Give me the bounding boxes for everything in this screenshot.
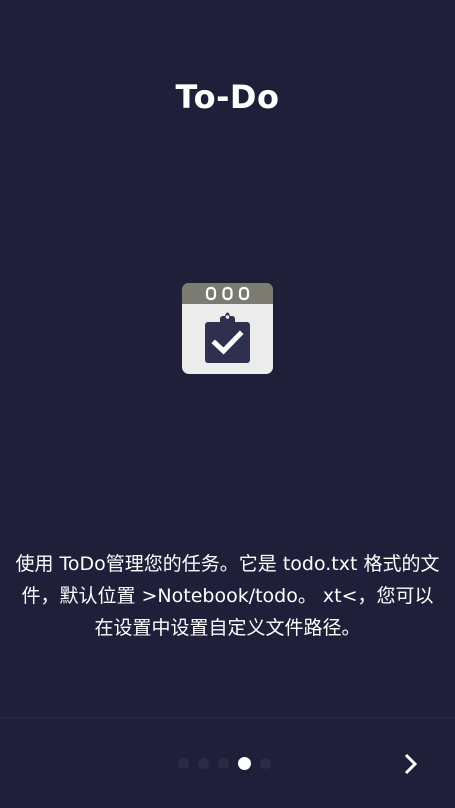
calendar-clipboard-check-icon xyxy=(182,283,273,374)
page-dot-3[interactable] xyxy=(218,757,229,769)
onboarding-description: 使用 ToDo管理您的任务。它是 todo.txt 格式的文件，默认位置 >No… xyxy=(15,553,440,639)
page-dot-2[interactable] xyxy=(198,757,209,769)
page-dot-1[interactable] xyxy=(178,757,189,769)
onboarding-screen: To-Do 使用 ToDo管理您的任务。它是 todo.txt 格式的文件，默认… xyxy=(0,0,455,808)
next-button[interactable] xyxy=(386,740,434,788)
page-indicator xyxy=(178,756,280,770)
bottom-navigation-bar xyxy=(0,718,455,808)
page-title: To-Do xyxy=(175,78,280,116)
page-dot-4-active[interactable] xyxy=(238,756,251,770)
page-dot-5[interactable] xyxy=(260,757,271,769)
chevron-right-icon xyxy=(404,753,418,775)
